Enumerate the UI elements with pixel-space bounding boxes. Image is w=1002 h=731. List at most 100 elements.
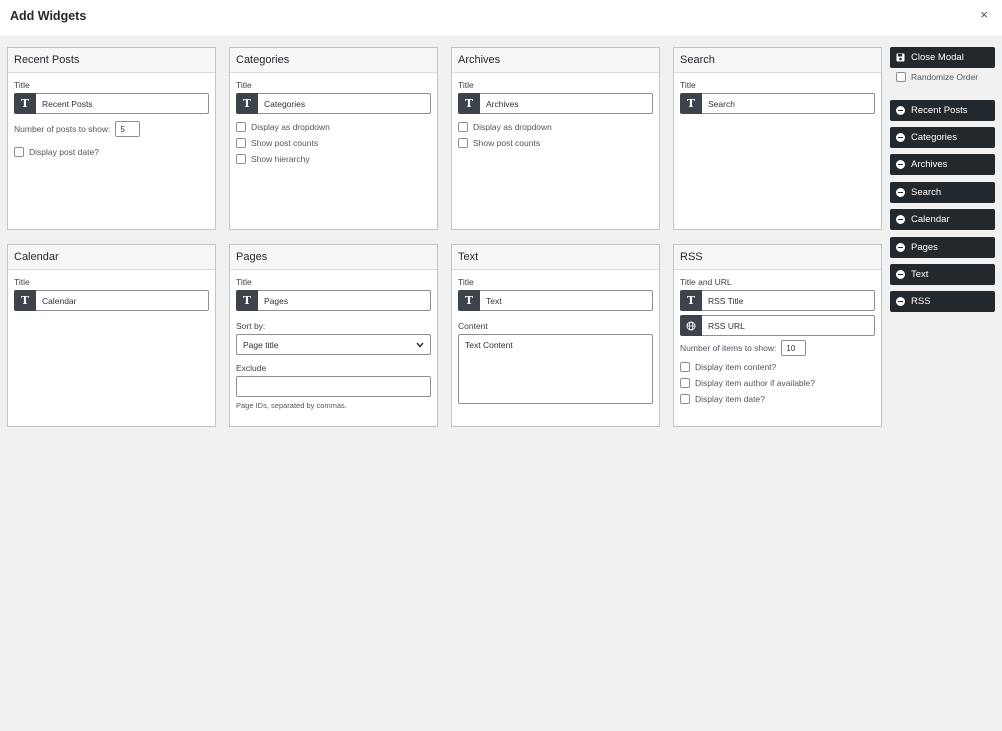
title-input[interactable]: Categories	[258, 93, 431, 114]
minus-circle-icon	[896, 160, 905, 169]
title-label: Title	[680, 80, 696, 90]
rss-title-input[interactable]: RSS Title	[702, 290, 875, 311]
content-textarea[interactable]: Text Content	[458, 334, 653, 404]
text-icon: T	[14, 93, 36, 114]
title-input-group: T Categories	[236, 93, 431, 114]
sidebar-item-text[interactable]: Text	[890, 264, 995, 285]
widget-archives: Archives Title T Archives Display as dro…	[451, 47, 660, 230]
rss-title-input-group: T RSS Title	[680, 290, 875, 311]
close-icon[interactable]: ×	[980, 7, 988, 22]
text-icon: T	[14, 290, 36, 311]
text-icon: T	[680, 93, 702, 114]
checkbox[interactable]	[458, 138, 468, 148]
title-input-group: T Text	[458, 290, 653, 311]
number-input[interactable]: 5	[115, 121, 141, 137]
text-icon: T	[458, 290, 480, 311]
checkbox-label: Display item date?	[695, 394, 765, 404]
title-label: Title	[14, 80, 30, 90]
sort-label: Sort by:	[236, 321, 266, 331]
title-input[interactable]: Calendar	[36, 290, 209, 311]
widget-heading: Calendar	[8, 245, 215, 270]
checkbox[interactable]	[236, 138, 246, 148]
sort-value: Page title	[243, 339, 279, 350]
sidebar-item-label: Text	[911, 269, 929, 280]
widget-categories: Categories Title T Categories Display as…	[229, 47, 438, 230]
sort-select[interactable]: Page title	[236, 334, 431, 355]
sidebar-item-calendar[interactable]: Calendar	[890, 209, 995, 230]
title-input[interactable]: Text	[480, 290, 653, 311]
widget-heading: Archives	[452, 48, 659, 73]
chevron-down-icon	[416, 342, 424, 348]
widget-search: Search Title T Search	[673, 47, 882, 230]
sidebar-item-label: Calendar	[911, 214, 950, 225]
checkbox-label: Display as dropdown	[251, 122, 330, 132]
checkbox-label: Display item author if available?	[695, 378, 816, 388]
text-icon: T	[680, 290, 702, 311]
minus-circle-icon	[896, 297, 905, 306]
checkbox[interactable]	[458, 122, 468, 132]
checkbox-label: Display item content?	[695, 362, 777, 372]
widget-rss: RSS Title and URL T RSS Title RSS URL Nu…	[673, 244, 882, 427]
sidebar-item-search[interactable]: Search	[890, 182, 995, 203]
checkbox-label: Show hierarchy	[251, 154, 310, 164]
title-input-group: T Recent Posts	[14, 93, 209, 114]
sidebar-item-label: Archives	[911, 159, 948, 170]
rss-url-input[interactable]: RSS URL	[702, 315, 875, 336]
widget-text: Text Title T Text Content Text Content	[451, 244, 660, 427]
title-label: Title and URL	[680, 277, 732, 287]
checkbox[interactable]	[680, 378, 690, 388]
title-label: Title	[458, 80, 474, 90]
checkbox[interactable]	[896, 72, 906, 82]
title-label: Title	[236, 277, 252, 287]
widget-heading: Search	[674, 48, 881, 73]
sidebar-item-pages[interactable]: Pages	[890, 237, 995, 258]
minus-circle-icon	[896, 106, 905, 115]
modal-header: Add Widgets ×	[0, 0, 1002, 35]
checkbox[interactable]	[236, 154, 246, 164]
checkbox[interactable]	[236, 122, 246, 132]
save-icon	[896, 53, 905, 62]
sidebar-item-categories[interactable]: Categories	[890, 127, 995, 148]
checkbox[interactable]	[680, 362, 690, 372]
title-input[interactable]: Search	[702, 93, 875, 114]
checkbox-label: Display post date?	[29, 147, 99, 157]
sidebar-item-rss[interactable]: RSS	[890, 291, 995, 312]
minus-circle-icon	[896, 188, 905, 197]
sidebar-item-label: Search	[911, 187, 942, 198]
close-modal-label: Close Modal	[911, 52, 964, 63]
number-label: Number of posts to show:	[14, 124, 111, 134]
randomize-order-toggle[interactable]: Randomize Order	[896, 72, 978, 82]
sidebar-item-label: Recent Posts	[911, 105, 968, 116]
exclude-label: Exclude	[236, 363, 267, 373]
title-input-group: T Search	[680, 93, 875, 114]
sidebar-item-archives[interactable]: Archives	[890, 154, 995, 175]
sidebar-item-recent-posts[interactable]: Recent Posts	[890, 100, 995, 121]
sidebar-item-label: Categories	[911, 132, 957, 143]
checkbox[interactable]	[14, 147, 24, 157]
exclude-input[interactable]	[236, 376, 431, 397]
minus-circle-icon	[896, 270, 905, 279]
text-icon: T	[236, 290, 258, 311]
title-input-group: T Calendar	[14, 290, 209, 311]
title-input-group: T Pages	[236, 290, 431, 311]
text-icon: T	[458, 93, 480, 114]
checkbox[interactable]	[680, 394, 690, 404]
checkbox-label: Show post counts	[473, 138, 541, 148]
widget-heading: Text	[452, 245, 659, 270]
checkbox-label: Display as dropdown	[473, 122, 552, 132]
widget-recent-posts: Recent Posts Title T Recent Posts Number…	[7, 47, 216, 230]
exclude-hint: Page IDs, separated by commas.	[236, 401, 347, 410]
title-input[interactable]: Pages	[258, 290, 431, 311]
title-label: Title	[458, 277, 474, 287]
widget-heading: RSS	[674, 245, 881, 270]
minus-circle-icon	[896, 243, 905, 252]
close-modal-button[interactable]: Close Modal	[890, 47, 995, 68]
number-input[interactable]: 10	[781, 340, 807, 356]
sidebar-item-label: Pages	[911, 242, 938, 253]
checkbox-label: Show post counts	[251, 138, 319, 148]
widget-heading: Recent Posts	[8, 48, 215, 73]
widget-heading: Pages	[230, 245, 437, 270]
title-input[interactable]: Archives	[480, 93, 653, 114]
widget-calendar: Calendar Title T Calendar	[7, 244, 216, 427]
title-input[interactable]: Recent Posts	[36, 93, 209, 114]
